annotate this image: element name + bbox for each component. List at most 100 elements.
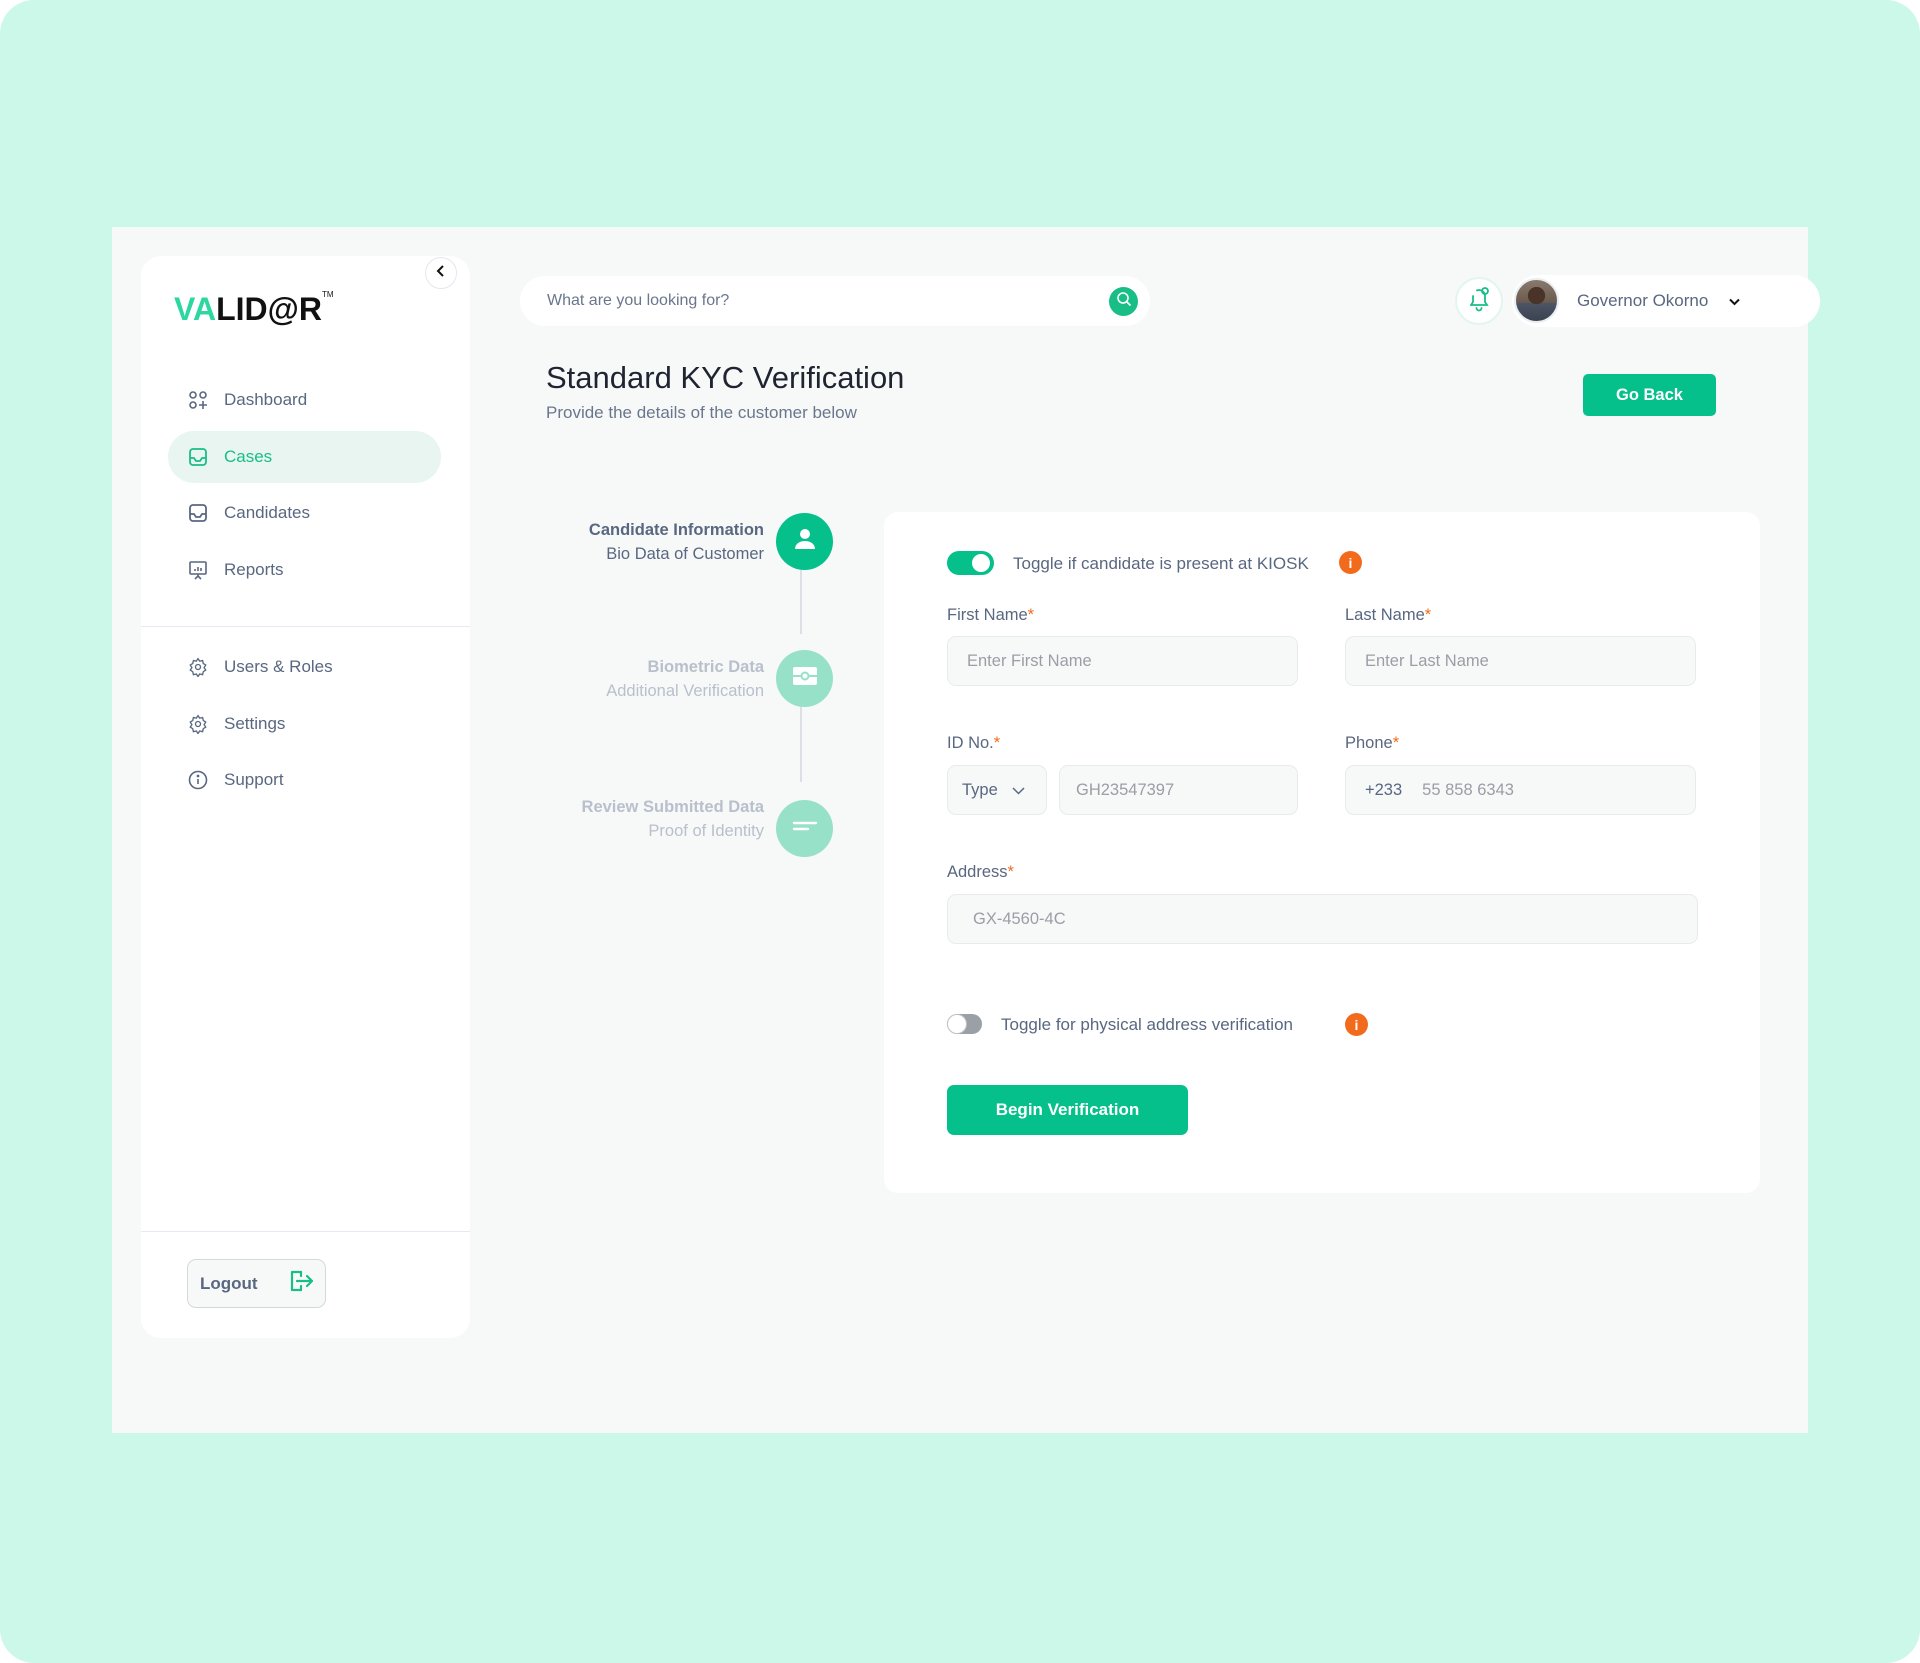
page-subtitle: Provide the details of the customer belo… (546, 403, 857, 422)
sidebar-item-users-roles[interactable]: Users & Roles (168, 641, 441, 693)
sidebar-item-label: Cases (224, 446, 273, 466)
id-number-label: ID No.* (947, 734, 1000, 753)
logout-label: Logout (200, 1273, 258, 1293)
inbox-tray-icon (188, 503, 208, 523)
info-glyph: i (1354, 1016, 1359, 1033)
address-verification-toggle[interactable] (947, 1014, 982, 1034)
step-subtitle: Additional Verification (606, 682, 764, 700)
required-asterisk: * (1392, 734, 1400, 752)
step-indicator (776, 513, 833, 570)
step-labels: Biometric Data Additional Verification (606, 658, 764, 701)
sidebar-item-support[interactable]: Support (168, 754, 441, 806)
brand-logo[interactable]: VA LID@R TM (174, 288, 334, 328)
chevron-down-icon[interactable] (1729, 293, 1740, 311)
sidebar-item-label: Settings (224, 713, 286, 733)
page-background: VA LID@R TM Dashboard Cases Candidates R… (0, 0, 1920, 1663)
first-name-label: First Name* (947, 606, 1034, 625)
kiosk-presence-toggle[interactable] (947, 551, 994, 575)
sidebar-item-reports[interactable]: Reports (168, 544, 441, 596)
last-name-field-wrap (1345, 636, 1696, 686)
last-name-input[interactable] (1365, 651, 1695, 671)
sidebar-item-label: Reports (224, 559, 284, 579)
sidebar-item-candidates[interactable]: Candidates (168, 487, 441, 539)
country-code[interactable]: +233 (1365, 781, 1402, 800)
first-name-field-wrap (947, 636, 1298, 686)
sidebar-divider (141, 1231, 470, 1232)
chevron-down-icon (1012, 781, 1025, 800)
id-number-input[interactable] (1076, 780, 1297, 800)
begin-verification-button[interactable]: Begin Verification (947, 1085, 1188, 1135)
sidebar-item-label: Users & Roles (224, 657, 333, 676)
step-subtitle: Proof of Identity (648, 822, 764, 840)
required-asterisk: * (1424, 606, 1432, 624)
sidebar-item-label: Dashboard (224, 390, 308, 409)
label-text: Phone (1345, 734, 1393, 752)
logo-trademark: TM (321, 290, 334, 299)
phone-input[interactable] (1422, 780, 1695, 800)
logo-accent-text: VA (174, 291, 217, 327)
go-back-button[interactable]: Go Back (1583, 374, 1716, 416)
search-bar (520, 276, 1150, 326)
bell-notification-icon (1467, 286, 1491, 317)
secondary-nav: Users & Roles Settings Support (168, 641, 441, 811)
info-icon[interactable]: i (1339, 551, 1362, 574)
step-title: Candidate Information (588, 521, 764, 539)
step-labels: Review Submitted Data Proof of Identity (582, 798, 764, 841)
label-text: ID No. (947, 734, 994, 752)
collapse-sidebar-button[interactable] (425, 257, 457, 289)
gear-icon (188, 657, 208, 677)
app-window: VA LID@R TM Dashboard Cases Candidates R… (112, 227, 1820, 1433)
sidebar-item-label: Candidates (224, 503, 311, 522)
sidebar-divider (141, 626, 470, 627)
step-title: Review Submitted Data (581, 798, 764, 816)
candidate-form-card: Toggle if candidate is present at KIOSK … (884, 512, 1760, 1193)
search-icon (1116, 291, 1132, 312)
address-label: Address* (947, 863, 1014, 882)
required-asterisk: * (1027, 606, 1035, 624)
step-indicator (776, 650, 833, 707)
chevron-left-icon (436, 264, 446, 282)
label-text: Last Name (1345, 606, 1425, 624)
step-indicator (776, 800, 833, 857)
label-text: Address (947, 863, 1008, 881)
dashboard-grid-icon (188, 390, 208, 410)
search-button[interactable] (1109, 287, 1138, 316)
info-icon[interactable]: i (1345, 1013, 1368, 1036)
logout-button[interactable]: Logout (187, 1259, 326, 1308)
text-lines-icon (792, 819, 818, 838)
required-asterisk: * (993, 734, 1001, 752)
address-toggle-label: Toggle for physical address verification (1001, 1015, 1293, 1034)
user-name[interactable]: Governor Okorno (1577, 291, 1708, 311)
label-text: First Name (947, 606, 1028, 624)
id-number-field-wrap (1059, 765, 1298, 815)
search-input[interactable] (547, 292, 1087, 310)
fingerprint-scanner-icon (792, 666, 818, 691)
presentation-chart-icon (188, 560, 208, 580)
toggle-knob (972, 554, 990, 572)
user-icon (792, 526, 818, 557)
first-name-input[interactable] (967, 651, 1297, 671)
info-glyph: i (1348, 554, 1353, 571)
kiosk-toggle-label: Toggle if candidate is present at KIOSK (1013, 554, 1309, 573)
page-title: Standard KYC Verification (546, 360, 905, 395)
logout-icon (288, 1269, 314, 1298)
logo-text: LID@R (216, 291, 322, 327)
avatar[interactable] (1514, 278, 1559, 323)
info-circle-icon (188, 770, 208, 790)
step-title: Biometric Data (647, 658, 764, 676)
sidebar-item-cases[interactable]: Cases (168, 430, 441, 483)
toggle-knob (948, 1015, 966, 1033)
address-field-wrap (947, 894, 1698, 944)
gear-icon (188, 713, 208, 734)
sidebar: VA LID@R TM Dashboard Cases Candidates R… (141, 256, 470, 1338)
notifications-button[interactable] (1455, 277, 1503, 325)
required-asterisk: * (1007, 863, 1014, 881)
inbox-tray-icon (188, 447, 208, 467)
address-input[interactable] (973, 909, 1697, 929)
phone-label: Phone* (1345, 734, 1399, 753)
last-name-label: Last Name* (1345, 606, 1431, 625)
sidebar-item-settings[interactable]: Settings (168, 698, 441, 750)
id-type-select[interactable]: Type (947, 765, 1047, 815)
step-labels: Candidate Information Bio Data of Custom… (589, 521, 764, 564)
sidebar-item-dashboard[interactable]: Dashboard (168, 374, 441, 426)
